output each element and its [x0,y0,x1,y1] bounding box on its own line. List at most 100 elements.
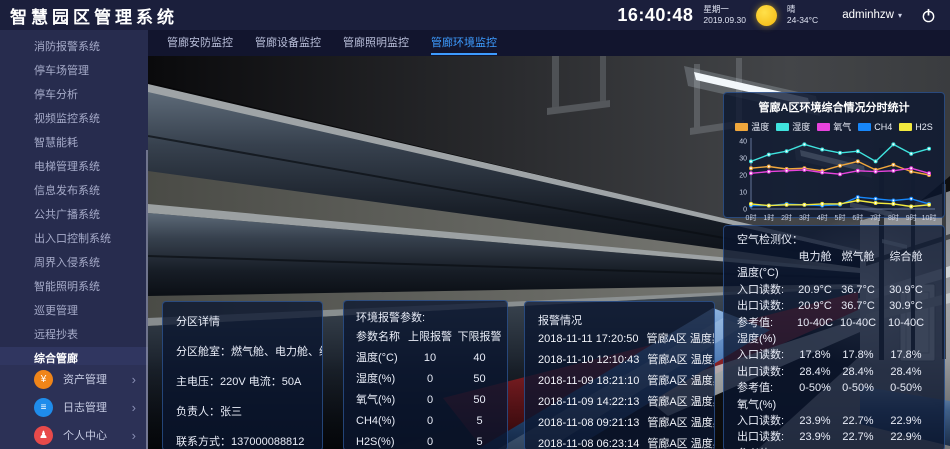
sidebar-group-label: 个人中心 [63,427,132,443]
user-menu[interactable]: adminhzw ▾ [842,9,902,21]
sidebar-item[interactable]: 巡更管理 [0,299,148,323]
sidebar-item[interactable]: 智慧能耗 [0,131,148,155]
svg-text:4时: 4时 [817,213,828,222]
weekday: 星期一 [703,4,746,15]
tab[interactable]: 管廊环境监控 [431,30,497,56]
svg-text:6时: 6时 [852,213,863,222]
sidebar-item[interactable]: 停车分析 [0,83,148,107]
main-content: 管廊安防监控管廊设备监控管廊照明监控管廊环境监控 [148,30,950,449]
air-detector-panel: 空气检测仪： 电力舱 燃气舱 综合舱 温度(°C) 入口读数: [723,225,945,449]
zone-panel-title: 分区详情 [163,302,322,329]
legend-item[interactable]: 湿度 [776,120,810,133]
header-right: 16:40:48 星期一 2019.09.30 晴 24-34°C adminh… [617,4,950,25]
air-table-row: 湿度(%) [724,331,944,347]
tab-bar: 管廊安防监控管廊设备监控管廊照明监控管廊环境监控 [148,30,950,56]
alarm-params-header: 参数名称 上限报警 下限报警 [344,327,507,348]
username: adminhzw [842,9,894,21]
sidebar-group-icon: ¥ [34,370,53,389]
air-table-row: 参考值: 10-40C 10-40C 10-40C [724,315,944,331]
air-table-row: 出口读数: 20.9°C 36.7°C 30.9°C [724,298,944,314]
alarm-row: 2018-11-09 14:22:13 管廊A区 温度异常 [525,392,714,413]
svg-text:10时: 10时 [922,213,937,222]
legend-swatch [776,123,789,131]
sidebar-group[interactable]: ≡ 日志管理 › [0,393,148,421]
legend-item[interactable]: 温度 [735,120,769,133]
app-title: 智慧园区管理系统 [0,3,178,28]
sidebar-group[interactable]: ¥ 资产管理 › [0,365,148,393]
sidebar-item[interactable]: 远程抄表 [0,323,148,347]
env-chart-panel: 管廊A区环境综合情况分时统计 温度 湿度 氧气 CH4 [723,92,945,218]
alarm-params-table: 温度(°C) 10 40 湿度(%) 0 50 氧气(%) 0 50 CH4(%… [344,348,507,449]
alarm-row: 2018-11-11 17:20:50 管廊A区 温度异常 [525,329,714,350]
legend-label: H2S [915,122,933,132]
legend-swatch [858,123,871,131]
tab[interactable]: 管廊照明监控 [343,30,409,56]
tab[interactable]: 管廊设备监控 [255,30,321,56]
air-table-row: 入口读数: 20.9°C 36.7°C 30.9°C [724,282,944,298]
alarms-list: 2018-11-11 17:20:50 管廊A区 温度异常 2018-11-10… [525,329,714,449]
power-button[interactable] [920,7,936,23]
chevron-right-icon: › [132,400,136,415]
svg-text:5时: 5时 [835,213,846,222]
sidebar-item[interactable]: 周界入侵系统 [0,251,148,275]
svg-text:1时: 1时 [763,213,774,222]
alarm-row: 2018-11-09 18:21:10 管廊A区 温度异常 [525,371,714,392]
sidebar-item[interactable]: 公共广播系统 [0,203,148,227]
air-table-row: 参考值: 0-50% 0-50% 0-50% [724,380,944,396]
env-line-chart: 0102030400时1时2时3时4时5时6时7时8时9时10时 [731,134,937,224]
sidebar-item[interactable]: 智能照明系统 [0,275,148,299]
alarms-title: 报警情况 [525,302,714,328]
legend-swatch [899,123,912,131]
weather-text: 晴 [787,4,818,15]
air-table-row: 温度(°C) [724,265,944,281]
svg-text:9时: 9时 [906,213,917,222]
sidebar-scrollbar-thumb[interactable] [146,150,148,449]
tab[interactable]: 管廊安防监控 [167,30,233,56]
sun-icon [756,5,777,26]
sidebar-item[interactable]: 视频监控系统 [0,107,148,131]
sidebar-item[interactable]: 停车场管理 [0,59,148,83]
legend-item[interactable]: 氧气 [817,120,851,133]
air-table: 电力舱 燃气舱 综合舱 温度(°C) 入口读数: 20.9°C 36.7°C 3… [724,249,944,449]
legend-swatch [817,123,830,131]
chevron-right-icon: › [132,372,136,387]
air-panel-title: 空气检测仪： [724,226,944,249]
legend-item[interactable]: H2S [899,122,933,132]
clock: 16:40:48 [617,5,693,26]
sidebar-item[interactable]: 消防报警系统 [0,35,148,59]
chevron-down-icon: ▾ [898,11,902,20]
legend-label: CH4 [874,122,892,132]
alarm-params-title: 环境报警参数: [344,301,507,325]
sidebar-item[interactable]: 电梯管理系统 [0,155,148,179]
svg-text:40: 40 [739,139,747,146]
date-block: 星期一 2019.09.30 [703,4,746,25]
air-table-row: 出口读数: 23.9% 22.7% 22.9% [724,429,944,445]
legend-label: 氧气 [833,120,851,133]
air-table-row: 出口读数: 28.4% 28.4% 28.4% [724,364,944,380]
svg-text:20: 20 [739,173,747,180]
chart-legend: 温度 湿度 氧气 CH4 H2S [724,120,944,133]
zone-detail-panel: 分区详情 分区舱室：燃气舱、电力舱、综合舱主电压：220V 电流：50A负责人：… [162,301,323,449]
alarm-row: 2018-11-08 09:21:13 管廊A区 温度异常 [525,413,714,434]
legend-label: 温度 [751,120,769,133]
alarm-row: 2018-11-10 12:10:43 管廊A区 温度异常 [525,350,714,371]
sidebar-group-icon: ♟ [34,426,53,445]
power-icon [921,8,936,23]
sidebar-item[interactable]: 出入口控制系统 [0,227,148,251]
air-table-row: 入口读数: 23.9% 22.7% 22.9% [724,413,944,429]
alarms-panel: 报警情况 2018-11-11 17:20:50 管廊A区 温度异常 2018-… [524,301,715,449]
sidebar-group-label: 资产管理 [63,371,132,387]
legend-item[interactable]: CH4 [858,122,892,132]
alarm-params-row: 温度(°C) 10 40 [344,348,507,369]
chevron-right-icon: › [132,428,136,443]
alarm-row: 2018-11-08 06:23:14 管廊A区 温度异常 [525,434,714,449]
legend-swatch [735,123,748,131]
zone-row: 主电压：220V 电流：50A [163,376,322,389]
smart-park-app: 智慧园区管理系统 16:40:48 星期一 2019.09.30 晴 24-34… [0,0,950,449]
sidebar: 消防报警系统停车场管理停车分析视频监控系统智慧能耗电梯管理系统信息发布系统公共广… [0,30,148,449]
alarm-params-row: 氧气(%) 0 50 [344,390,507,411]
sidebar-item[interactable]: 信息发布系统 [0,179,148,203]
alarm-params-panel: 环境报警参数: 参数名称 上限报警 下限报警 温度(°C) 10 40 湿度(%… [343,300,508,449]
sidebar-group[interactable]: ♟ 个人中心 › [0,421,148,449]
svg-text:0时: 0时 [746,213,757,222]
